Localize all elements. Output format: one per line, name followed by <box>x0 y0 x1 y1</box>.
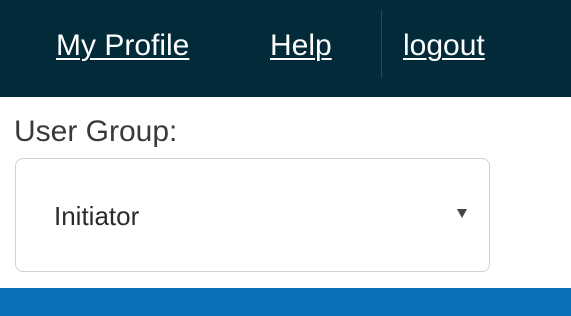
my-profile-link[interactable]: My Profile <box>56 26 189 66</box>
top-navigation-bar: My Profile Help logout <box>0 0 571 97</box>
user-group-selected-value: Initiator <box>54 201 140 231</box>
user-group-label: User Group: <box>14 115 178 148</box>
blue-section-bar <box>0 288 571 316</box>
help-link[interactable]: Help <box>270 26 332 66</box>
nav-divider <box>381 10 382 78</box>
logout-link[interactable]: logout <box>403 26 485 66</box>
dropdown-arrow-icon <box>457 209 467 218</box>
user-group-select[interactable]: Initiator <box>15 158 490 272</box>
